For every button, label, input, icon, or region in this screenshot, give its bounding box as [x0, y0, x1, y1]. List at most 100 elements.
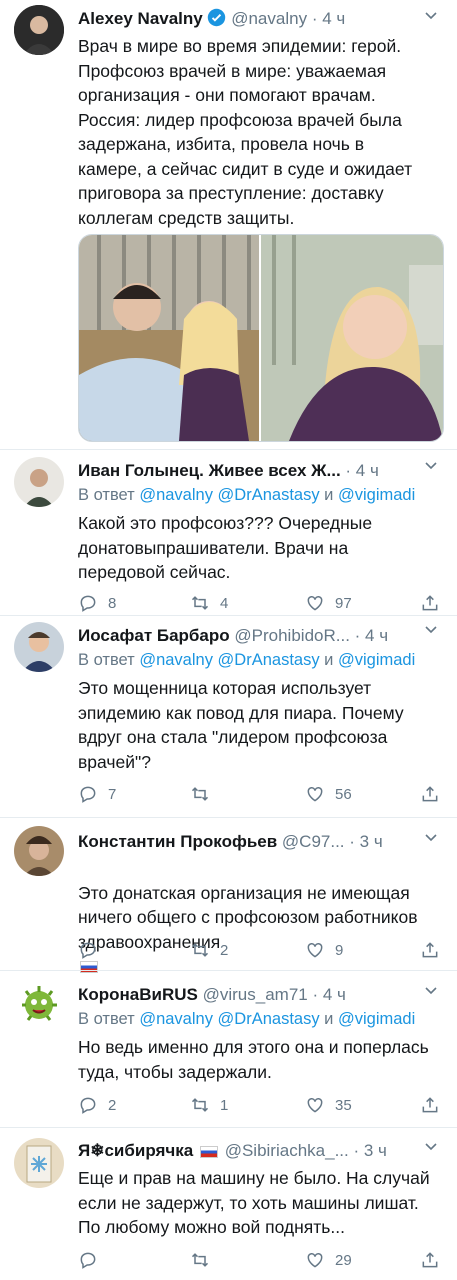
- reply-button[interactable]: [78, 1248, 108, 1272]
- retweet-icon: [191, 1098, 209, 1112]
- like-icon: [307, 942, 323, 958]
- avatar[interactable]: [14, 826, 64, 876]
- reply-button[interactable]: 8: [78, 591, 116, 615]
- like-count: 9: [335, 941, 344, 959]
- reply-icon: [80, 1252, 96, 1269]
- verified-badge-icon: [207, 8, 226, 32]
- retweet-count: 4: [220, 594, 229, 612]
- author-name[interactable]: Я❄сибирячка: [78, 1141, 193, 1160]
- tweet-actions: 7 56: [78, 782, 448, 806]
- author-handle[interactable]: @virus_am71: [203, 985, 308, 1004]
- author-name[interactable]: Иосафат Барбаро: [78, 626, 230, 645]
- author-handle[interactable]: @ProhibidoR...: [234, 626, 350, 645]
- reply-tweet[interactable]: Иосафат Барбаро @ProhibidoR... · 4 ч В о…: [0, 616, 457, 816]
- timestamp[interactable]: · 4 ч: [345, 461, 378, 480]
- share-button[interactable]: [420, 782, 440, 806]
- timestamp[interactable]: · 4 ч: [312, 9, 345, 28]
- like-button[interactable]: 9: [305, 938, 343, 962]
- reply-icon: [80, 595, 96, 612]
- mention-link[interactable]: @vigimadi: [338, 486, 415, 504]
- retweet-count: 2: [220, 941, 229, 959]
- chevron-down-icon[interactable]: [425, 834, 437, 842]
- share-button[interactable]: [420, 591, 440, 615]
- retweet-icon: [191, 787, 209, 801]
- reply-context: В ответ @navalny @DrAnastasy и @vigimadi: [78, 1010, 415, 1029]
- like-button[interactable]: 97: [305, 591, 352, 615]
- mention-link[interactable]: @navalny: [139, 651, 213, 669]
- tweet-actions: 29: [78, 1248, 448, 1272]
- timestamp[interactable]: · 3 ч: [353, 1141, 386, 1160]
- reply-tweet[interactable]: Я❄сибирячка @Sibiriachka_... · 3 ч Еще и…: [0, 1128, 457, 1280]
- share-button[interactable]: [420, 1093, 440, 1117]
- share-icon: [422, 595, 438, 611]
- tweet-actions: 2 1 35: [78, 1093, 448, 1117]
- like-count: 97: [335, 594, 352, 612]
- share-button[interactable]: [420, 938, 440, 962]
- chevron-down-icon[interactable]: [425, 12, 437, 20]
- retweet-button[interactable]: [190, 1248, 220, 1272]
- like-icon: [307, 595, 323, 611]
- tweet-text: Но ведь именно для этого она и поперлась…: [78, 1037, 429, 1082]
- mention-link[interactable]: @DrAnastasy: [218, 651, 320, 669]
- chevron-down-icon[interactable]: [425, 1143, 437, 1151]
- mention-link[interactable]: @DrAnastasy: [218, 1010, 320, 1028]
- mention-link[interactable]: @vigimadi: [338, 1010, 415, 1028]
- mention-link[interactable]: @navalny: [139, 1010, 213, 1028]
- tweet-actions: 2 9: [78, 938, 448, 962]
- tweet-photo[interactable]: [78, 234, 444, 442]
- chevron-down-icon[interactable]: [425, 462, 437, 470]
- reply-tweet[interactable]: Иван Голынец. Живее всех Ж... · 4 ч В от…: [0, 450, 457, 615]
- share-button[interactable]: [420, 1248, 440, 1272]
- chevron-down-icon[interactable]: [425, 626, 437, 634]
- reply-tweet[interactable]: Константин Прокофьев @C97... · 3 ч Это д…: [0, 818, 457, 974]
- share-icon: [422, 786, 438, 802]
- share-icon: [422, 942, 438, 958]
- like-count: 35: [335, 1096, 352, 1114]
- like-icon: [307, 786, 323, 802]
- share-icon: [422, 1097, 438, 1113]
- like-button[interactable]: 35: [305, 1093, 352, 1117]
- author-handle[interactable]: @navalny: [231, 9, 307, 28]
- like-count: 56: [335, 785, 352, 803]
- reply-button[interactable]: 2: [78, 1093, 116, 1117]
- author-name[interactable]: Константин Прокофьев: [78, 832, 277, 851]
- tweet-text: Еще и прав на машину не было. На случай …: [78, 1168, 430, 1237]
- like-icon: [307, 1252, 323, 1268]
- reply-prefix: В ответ: [78, 651, 135, 669]
- reply-button[interactable]: [78, 938, 108, 962]
- author-name[interactable]: КоронаВиRUS: [78, 985, 198, 1004]
- mention-link[interactable]: @DrAnastasy: [218, 486, 320, 504]
- reply-button[interactable]: 7: [78, 782, 116, 806]
- tweet-header: Иван Голынец. Живее всех Ж... · 4 ч: [78, 461, 378, 481]
- avatar[interactable]: [14, 978, 64, 1028]
- avatar[interactable]: [14, 5, 64, 55]
- retweet-button[interactable]: 2: [190, 938, 228, 962]
- reply-prefix: В ответ: [78, 486, 135, 504]
- author-name[interactable]: Alexey Navalny: [78, 9, 203, 28]
- retweet-button[interactable]: 1: [190, 1093, 228, 1117]
- author-handle[interactable]: @Sibiriachka_...: [225, 1141, 349, 1160]
- reply-and: и: [324, 651, 334, 669]
- avatar[interactable]: [14, 622, 64, 672]
- like-button[interactable]: 56: [305, 782, 352, 806]
- tweet-header: Alexey Navalny @navalny · 4 ч: [78, 8, 423, 32]
- mention-link[interactable]: @navalny: [139, 486, 213, 504]
- like-count: 29: [335, 1251, 352, 1269]
- timestamp[interactable]: · 4 ч: [355, 626, 388, 645]
- mention-link[interactable]: @vigimadi: [338, 651, 415, 669]
- like-button[interactable]: 29: [305, 1248, 352, 1272]
- reply-tweet[interactable]: КоронаВиRUS @virus_am71 · 4 ч В ответ @n…: [0, 971, 457, 1121]
- reply-and: и: [324, 486, 334, 504]
- retweet-button[interactable]: [190, 782, 220, 806]
- retweet-button[interactable]: 4: [190, 591, 228, 615]
- reply-count: 7: [108, 785, 117, 803]
- author-handle[interactable]: @C97...: [282, 832, 345, 851]
- timestamp[interactable]: · 3 ч: [349, 832, 382, 851]
- tweet-main[interactable]: Alexey Navalny @navalny · 4 ч Врач в мир…: [0, 0, 457, 448]
- chevron-down-icon[interactable]: [425, 987, 437, 995]
- avatar[interactable]: [14, 457, 64, 507]
- reply-count: 2: [108, 1096, 117, 1114]
- author-name[interactable]: Иван Голынец. Живее всех Ж...: [78, 461, 341, 480]
- timestamp[interactable]: · 4 ч: [312, 985, 345, 1004]
- avatar[interactable]: [14, 1138, 64, 1188]
